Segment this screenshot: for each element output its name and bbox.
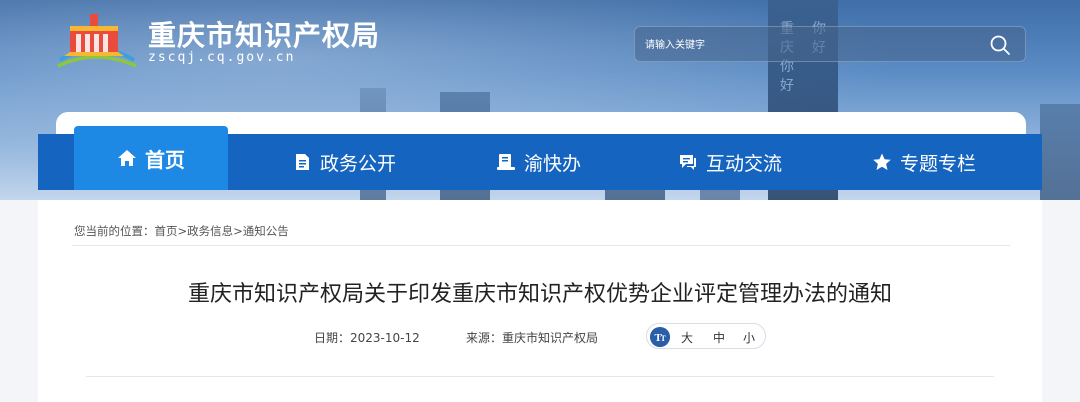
star-icon: [873, 153, 891, 170]
nav-item-yukuaiban[interactable]: 渝快办: [496, 134, 581, 190]
source-label: 来源：: [466, 331, 503, 345]
article-title: 重庆市知识产权局关于印发重庆市知识产权优势企业评定管理办法的通知: [187, 282, 892, 307]
breadcrumb-separator: >: [177, 224, 188, 238]
main-nav: 首页 政务公开 渝快办 互动交流 专题专栏: [38, 126, 1042, 190]
nav-item-label: 政务公开: [320, 152, 397, 175]
divider: [72, 245, 1010, 246]
nav-item-label: 专题专栏: [900, 152, 977, 175]
search-input[interactable]: [645, 35, 965, 55]
chat-icon: [680, 155, 696, 170]
breadcrumb: 您当前的位置：首页>政务信息>通知公告: [74, 223, 289, 239]
site-domain: zscqj.cq.gov.cn: [148, 50, 296, 65]
site-title[interactable]: 重庆市知识产权局: [148, 14, 380, 54]
nav-item-label: 渝快办: [524, 152, 582, 175]
breadcrumb-link-home[interactable]: 首页: [155, 224, 178, 238]
breadcrumb-prefix: 您当前的位置：: [74, 224, 155, 238]
divider: [86, 376, 994, 377]
article-source: 来源：重庆市知识产权局: [466, 329, 598, 346]
source-value: 重庆市知识产权局: [502, 331, 599, 345]
nav-item-special-topics[interactable]: 专题专栏: [872, 134, 976, 190]
site-logo-icon[interactable]: [54, 8, 138, 72]
breadcrumb-separator: >: [233, 224, 243, 238]
nav-item-home[interactable]: 首页: [74, 126, 228, 190]
font-size-switcher: T T 大 中 小: [646, 323, 766, 349]
font-size-small-button[interactable]: 小: [743, 329, 755, 346]
search-box: [634, 26, 1026, 62]
date-label: 日期：: [314, 331, 351, 345]
font-size-medium-button[interactable]: 中: [713, 329, 725, 346]
publish-date: 2023-10-12: [350, 331, 420, 345]
banner-building: [1040, 104, 1080, 200]
nav-item-label: 互动交流: [706, 152, 783, 175]
breadcrumb-link-gov-info[interactable]: 政务信息: [187, 224, 233, 238]
nav-item-interaction[interactable]: 互动交流: [678, 134, 782, 190]
document-icon: [296, 154, 309, 170]
nav-item-label: 首页: [145, 147, 185, 172]
nav-item-gov-affairs[interactable]: 政务公开: [292, 134, 396, 190]
article-meta: 日期：2023-10-12 来源：重庆市知识产权局: [314, 329, 598, 346]
font-size-icon: T T: [650, 327, 670, 347]
font-size-large-button[interactable]: 大: [681, 329, 693, 346]
breadcrumb-link-notices[interactable]: 通知公告: [243, 224, 289, 238]
service-icon: [497, 154, 515, 170]
svg-text:T: T: [661, 334, 667, 343]
search-icon[interactable]: [989, 34, 1011, 56]
home-icon: [118, 150, 136, 166]
